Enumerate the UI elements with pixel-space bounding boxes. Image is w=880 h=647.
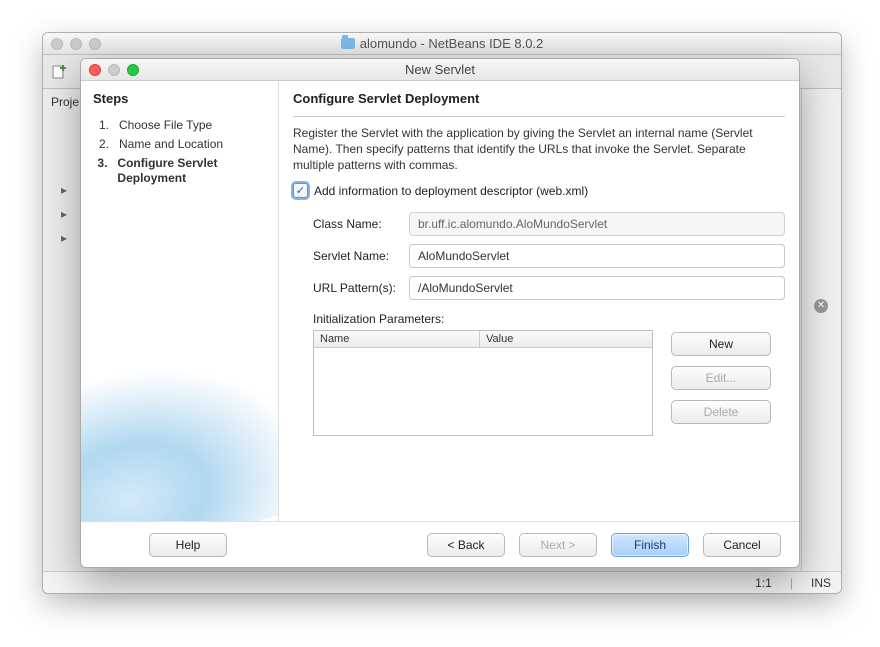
chevron-right-icon[interactable]: ▸ — [61, 231, 67, 245]
step-item: 1. Choose File Type — [95, 116, 270, 135]
checkbox-row[interactable]: ✓ Add information to deployment descript… — [293, 183, 785, 198]
description-text: Register the Servlet with the applicatio… — [293, 125, 785, 173]
panel-decoration — [81, 330, 279, 521]
dialog-traffic-lights — [89, 64, 139, 76]
main-titlebar: alomundo - NetBeans IDE 8.0.2 — [43, 33, 841, 55]
folder-icon — [341, 38, 355, 49]
close-icon[interactable] — [51, 38, 63, 50]
class-name-label: Class Name: — [293, 217, 409, 231]
statusbar: 1:1 | INS — [43, 571, 841, 593]
steps-list: 1. Choose File Type 2. Name and Location… — [81, 112, 278, 188]
class-name-field — [409, 212, 785, 236]
new-file-icon[interactable] — [49, 62, 69, 82]
content-panel: Configure Servlet Deployment Register th… — [279, 81, 799, 521]
url-pattern-field[interactable] — [409, 276, 785, 300]
step-label: Name and Location — [119, 137, 223, 152]
right-gutter: ✕ — [801, 89, 841, 571]
step-label: Configure Servlet Deployment — [117, 156, 270, 186]
cancel-button[interactable]: Cancel — [703, 533, 781, 557]
init-params-table[interactable]: Name Value — [313, 330, 653, 436]
help-button[interactable]: Help — [149, 533, 227, 557]
new-button[interactable]: New — [671, 332, 771, 356]
dialog-title: New Servlet — [405, 62, 475, 77]
main-title: alomundo - NetBeans IDE 8.0.2 — [360, 36, 544, 51]
checkbox-label: Add information to deployment descriptor… — [314, 184, 588, 198]
chevron-right-icon[interactable]: ▸ — [61, 207, 67, 221]
content-heading: Configure Servlet Deployment — [293, 89, 785, 112]
table-header: Name Value — [314, 331, 652, 348]
zoom-icon[interactable] — [127, 64, 139, 76]
delete-button: Delete — [671, 400, 771, 424]
back-button[interactable]: < Back — [427, 533, 505, 557]
chevron-right-icon[interactable]: ▸ — [61, 183, 67, 197]
step-item-current: 3. Configure Servlet Deployment — [95, 154, 270, 188]
init-params-label: Initialization Parameters: — [293, 312, 785, 326]
tree-arrows: ▸ ▸ ▸ — [61, 183, 67, 245]
step-number: 3. — [95, 156, 107, 186]
separator — [293, 116, 785, 117]
step-number: 1. — [95, 118, 109, 133]
new-servlet-dialog: New Servlet Steps 1. Choose File Type 2.… — [80, 58, 800, 568]
class-name-row: Class Name: — [293, 212, 785, 236]
col-header-value[interactable]: Value — [480, 331, 652, 347]
dialog-footer: Help < Back Next > Finish Cancel — [81, 521, 799, 567]
steps-heading: Steps — [81, 81, 278, 112]
servlet-name-row: Servlet Name: — [293, 244, 785, 268]
next-button: Next > — [519, 533, 597, 557]
steps-panel: Steps 1. Choose File Type 2. Name and Lo… — [81, 81, 279, 521]
step-label: Choose File Type — [119, 118, 212, 133]
col-header-name[interactable]: Name — [314, 331, 480, 347]
url-pattern-row: URL Pattern(s): — [293, 276, 785, 300]
cursor-position: 1:1 — [755, 576, 772, 590]
edit-button: Edit... — [671, 366, 771, 390]
close-icon[interactable] — [89, 64, 101, 76]
init-params-area: Name Value New Edit... Delete — [293, 330, 785, 436]
finish-button[interactable]: Finish — [611, 533, 689, 557]
params-buttons: New Edit... Delete — [671, 330, 771, 436]
zoom-icon[interactable] — [89, 38, 101, 50]
url-pattern-label: URL Pattern(s): — [293, 281, 409, 295]
checkbox-checked-icon[interactable]: ✓ — [293, 183, 308, 198]
dialog-body: Steps 1. Choose File Type 2. Name and Lo… — [81, 81, 799, 521]
separator: | — [790, 576, 793, 590]
dialog-titlebar: New Servlet — [81, 59, 799, 81]
projects-tab-label[interactable]: Proje — [51, 95, 79, 109]
servlet-name-label: Servlet Name: — [293, 249, 409, 263]
main-traffic-lights — [51, 38, 101, 50]
minimize-icon[interactable] — [70, 38, 82, 50]
insert-mode: INS — [811, 576, 831, 590]
step-number: 2. — [95, 137, 109, 152]
close-icon[interactable]: ✕ — [814, 299, 828, 313]
servlet-name-field[interactable] — [409, 244, 785, 268]
step-item: 2. Name and Location — [95, 135, 270, 154]
minimize-icon — [108, 64, 120, 76]
